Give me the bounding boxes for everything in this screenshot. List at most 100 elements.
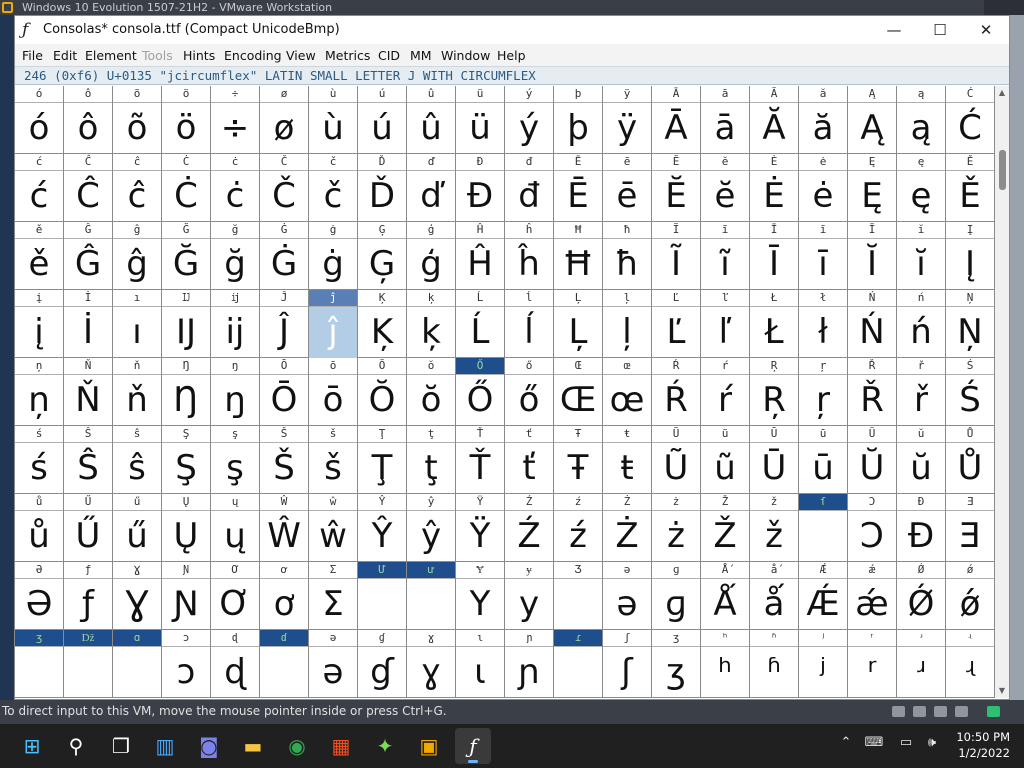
glyph-cell[interactable]: ŧŧ (603, 426, 652, 494)
menu-view[interactable]: View (286, 48, 316, 63)
glyph-cell[interactable]: ħħ (603, 222, 652, 290)
glyph-cell[interactable]: ŦŦ (554, 426, 603, 494)
glyph-cell[interactable]: ĉĉ (113, 154, 162, 222)
glyph-cell[interactable]: ŢŢ (358, 426, 407, 494)
glyph-cell[interactable]: ʳʳ (848, 630, 897, 698)
glyph-cell[interactable]: ąą (897, 86, 946, 154)
glyph-cell[interactable]: ĮĮ (946, 222, 995, 290)
glyph-cell[interactable]: ơơ (260, 562, 309, 630)
glyph-cell[interactable]: ĺĺ (505, 290, 554, 358)
menu-window[interactable]: Window (441, 48, 490, 63)
glyph-cell[interactable]: ůů (15, 494, 64, 562)
glyph-cell[interactable]: ŲŲ (162, 494, 211, 562)
glyph-cell[interactable]: ûû (407, 86, 456, 154)
glyph-cell[interactable]: ĻĻ (554, 290, 603, 358)
glyph-cell[interactable]: ƎƎ (946, 494, 995, 562)
glyph-cell[interactable]: ĞĞ (162, 222, 211, 290)
glyph-cell[interactable]: ŝŝ (113, 426, 162, 494)
glyph-cell[interactable]: ĄĄ (848, 86, 897, 154)
glyph-cell[interactable]: ŠŠ (260, 426, 309, 494)
scroll-down-arrow-icon[interactable]: ▼ (995, 684, 1009, 698)
glyph-cell[interactable]: ĔĔ (652, 154, 701, 222)
glyph-cell[interactable]: ŅŅ (946, 290, 995, 358)
chat-icon[interactable]: ◙ (191, 728, 227, 764)
glyph-cell[interactable]: ŸŸ (456, 494, 505, 562)
glyph-cell[interactable]: ĘĘ (848, 154, 897, 222)
menu-help[interactable]: Help (497, 48, 526, 63)
glyph-cell[interactable]: İİ (64, 290, 113, 358)
glyph-cell[interactable]: ŽŽ (701, 494, 750, 562)
file-explorer-icon[interactable]: ▬ (235, 728, 271, 764)
glyph-cell[interactable]: ĩĩ (701, 222, 750, 290)
usb-icon[interactable] (934, 706, 947, 717)
glyph-cell[interactable]: ĎĎ (358, 154, 407, 222)
glyph-cell[interactable]: ʰʰ (701, 630, 750, 698)
glyph-cell[interactable]: āā (701, 86, 750, 154)
vmware-window-controls[interactable] (984, 0, 1024, 15)
fontforge-taskbar-icon[interactable]: ƒ (455, 728, 491, 764)
glyph-cell[interactable]: ŒŒ (554, 358, 603, 426)
glyph-cell[interactable]: Ʒ (554, 562, 603, 630)
glyph-cell[interactable]: ʱʱ (750, 630, 799, 698)
glyph-cell[interactable]: ĴĴ (260, 290, 309, 358)
app-icon[interactable]: ✦ (367, 728, 403, 764)
glyph-cell[interactable]: ţţ (407, 426, 456, 494)
glyph-cell[interactable]: əə (309, 630, 358, 698)
glyph-cell[interactable]: ŎŎ (358, 358, 407, 426)
glyph-cell[interactable]: úú (358, 86, 407, 154)
glyph-cell[interactable]: ĪĪ (750, 222, 799, 290)
glyph-cell[interactable]: īī (799, 222, 848, 290)
glyph-cell[interactable]: ŗŗ (799, 358, 848, 426)
glyph-cell[interactable]: ūū (799, 426, 848, 494)
glyph-cell[interactable]: ĕĕ (701, 154, 750, 222)
glyph-cell[interactable]: ōō (309, 358, 358, 426)
glyph-cell[interactable]: ƒƒ (64, 562, 113, 630)
glyph-cell[interactable]: ČČ (260, 154, 309, 222)
glyph-cell[interactable]: ġġ (309, 222, 358, 290)
glyph-cell[interactable]: ǺǺ (701, 562, 750, 630)
glyph-cell[interactable]: ĊĊ (162, 154, 211, 222)
sound-device-icon[interactable] (955, 706, 968, 717)
glyph-cell[interactable]: ěě (15, 222, 64, 290)
glyph-cell[interactable]: ĽĽ (652, 290, 701, 358)
glyph-cell[interactable]: ŚŚ (946, 358, 995, 426)
glyph-cell[interactable]: ƔƔ (113, 562, 162, 630)
glyph-cell[interactable]: ƠƠ (211, 562, 260, 630)
glyph-cell[interactable]: ŵŵ (309, 494, 358, 562)
glyph-cell[interactable]: ĂĂ (750, 86, 799, 154)
hard-disk-icon[interactable] (892, 706, 905, 717)
glyph-cell[interactable]: ǿǿ (946, 562, 995, 630)
glyph-cell[interactable]: ɩɩ (456, 630, 505, 698)
clock[interactable]: 10:50 PM 1/2/2022 (956, 729, 1010, 761)
glyph-cell[interactable]: ſ (799, 494, 848, 562)
widgets-icon[interactable]: ▥ (147, 728, 183, 764)
glyph-cell[interactable]: ĖĖ (750, 154, 799, 222)
glyph-cell[interactable]: ŕŕ (701, 358, 750, 426)
glyph-cell[interactable]: ŤŤ (456, 426, 505, 494)
menu-edit[interactable]: Edit (53, 48, 77, 63)
glyph-cell[interactable]: ʲʲ (799, 630, 848, 698)
vertical-scrollbar[interactable]: ▲ ▼ (995, 86, 1009, 698)
glyph-cell[interactable]: ư (407, 562, 456, 630)
glyph-grid[interactable]: ó ó ô ô õ õ ö ö ÷ ÷ ø ø ù ù ú ú û û ü ü ý ý þ þ ÿ ÿ Ā Āā ā Ă Ăă ă Ą Ąą ą Ć Ć… (15, 86, 995, 698)
glyph-cell[interactable]: įį (15, 290, 64, 358)
glyph-cell[interactable]: ɗ (260, 630, 309, 698)
glyph-cell[interactable]: ƆƆ (848, 494, 897, 562)
glyph-cell[interactable]: ĜĜ (64, 222, 113, 290)
glyph-cell[interactable]: ŏŏ (407, 358, 456, 426)
glyph-cell[interactable]: ƩΣ (309, 562, 358, 630)
close-button[interactable]: ✕ (963, 16, 1009, 44)
glyph-cell[interactable]: čč (309, 154, 358, 222)
glyph-cell[interactable]: šš (309, 426, 358, 494)
menu-cid[interactable]: CID (378, 48, 400, 63)
glyph-cell[interactable]: ɎY (456, 562, 505, 630)
glyph-cell[interactable]: ʵʵ (946, 630, 995, 698)
glyph-cell[interactable]: ćć (15, 154, 64, 222)
glyph-cell[interactable]: əə (603, 562, 652, 630)
glyph-cell[interactable]: ɠɠ (358, 630, 407, 698)
store-icon[interactable]: ▦ (323, 728, 359, 764)
glyph-cell[interactable]: ĝĝ (113, 222, 162, 290)
menu-element[interactable]: Element (85, 48, 137, 63)
glyph-cell[interactable]: ņņ (15, 358, 64, 426)
glyph-cell[interactable]: ēē (603, 154, 652, 222)
